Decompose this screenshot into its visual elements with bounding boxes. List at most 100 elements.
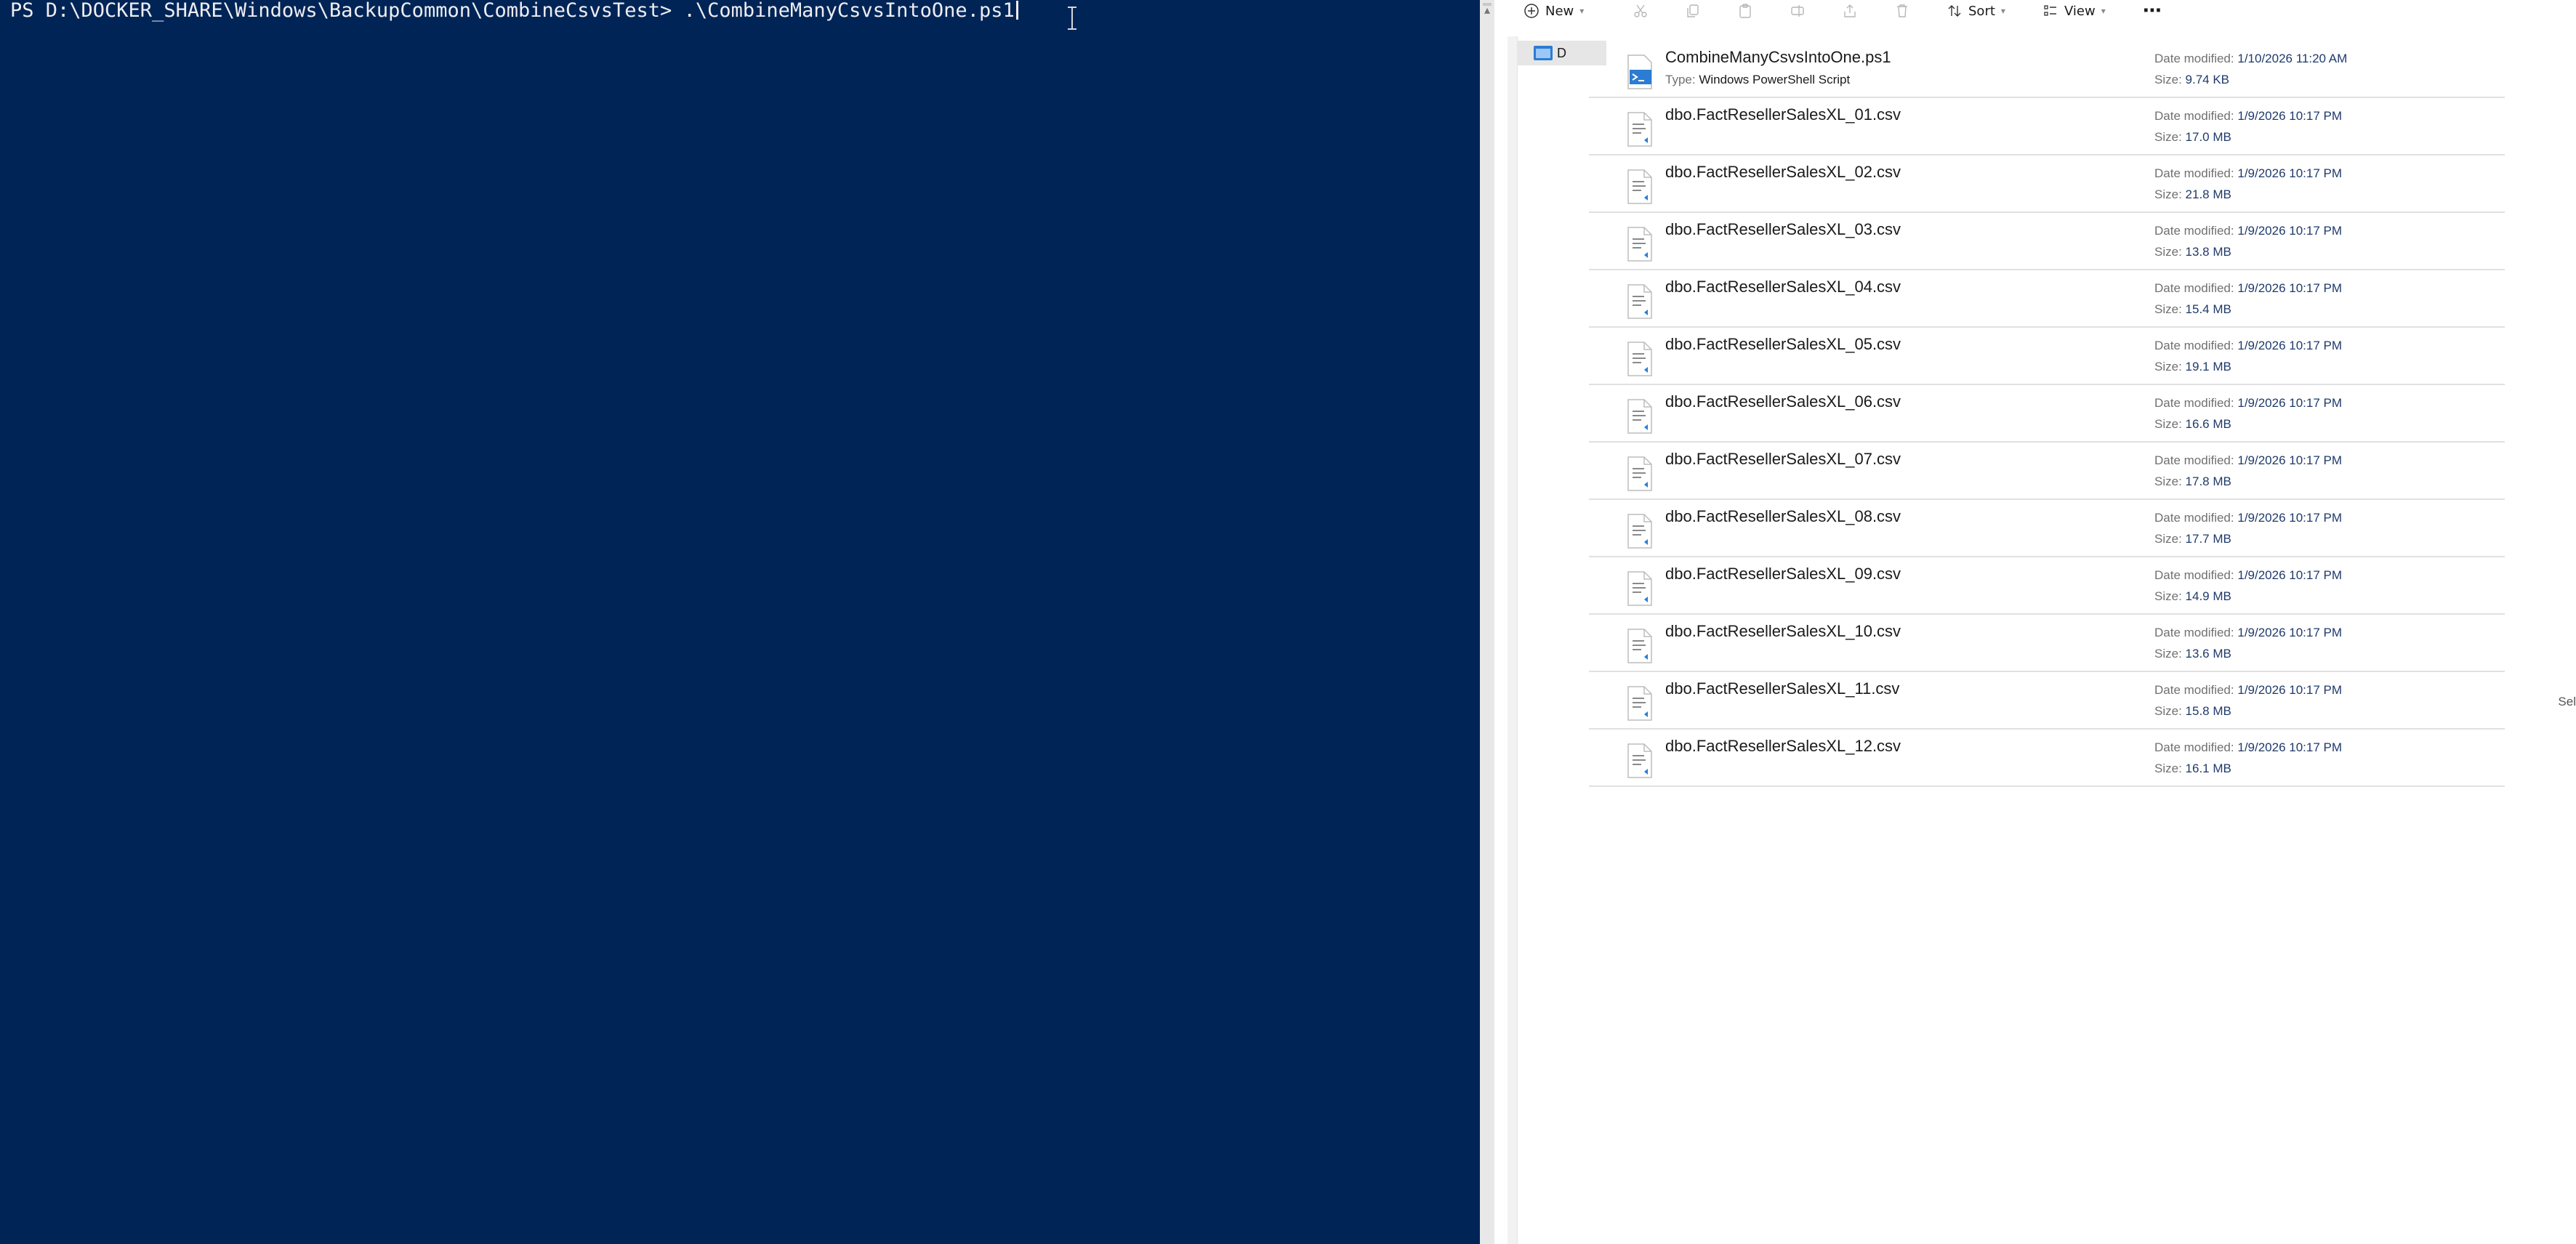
share-icon	[1844, 4, 1856, 17]
date-modified-value: 1/10/2026 11:20 AM	[2237, 52, 2348, 65]
file-row[interactable]: dbo.FactResellerSalesXL_03.csv Date modif…	[1589, 213, 2505, 270]
date-modified-value: 1/9/2026 10:17 PM	[2237, 626, 2343, 639]
new-button[interactable]: New ▾	[1524, 0, 1584, 22]
see-more-button[interactable]: ⋯	[2143, 0, 2162, 22]
date-modified-value: 1/9/2026 10:17 PM	[2237, 683, 2343, 697]
copy-button[interactable]	[1685, 0, 1701, 22]
file-name: dbo.FactResellerSalesXL_05.csv	[1665, 335, 1901, 353]
csv-file-icon	[1625, 398, 1654, 435]
date-modified: Date modified: 1/9/2026 10:17 PM	[2154, 224, 2342, 238]
file-row[interactable]: dbo.FactResellerSalesXL_06.csv Date modif…	[1589, 385, 2505, 443]
file-name: dbo.FactResellerSalesXL_07.csv	[1665, 450, 1901, 468]
csv-file-icon	[1625, 570, 1654, 607]
file-row[interactable]: dbo.FactResellerSalesXL_02.csv Date modif…	[1589, 156, 2505, 213]
sort-button[interactable]: Sort ▾	[1947, 0, 2005, 22]
file-row[interactable]: dbo.FactResellerSalesXL_10.csv Date modif…	[1589, 615, 2505, 672]
date-modified: Date modified: 1/9/2026 10:17 PM	[2154, 281, 2342, 296]
chevron-down-icon: ▾	[2101, 6, 2106, 16]
navigation-pane[interactable]	[1508, 36, 1518, 1244]
delete-button[interactable]	[1894, 0, 1910, 22]
file-name: dbo.FactResellerSalesXL_10.csv	[1665, 622, 1901, 640]
date-modified: Date modified: 1/9/2026 10:17 PM	[2154, 453, 2342, 468]
scroll-up-arrow-icon[interactable]: ▴	[1484, 3, 1490, 17]
view-button[interactable]: View ▾	[2042, 0, 2106, 22]
date-modified-value: 1/9/2026 10:17 PM	[2237, 109, 2343, 123]
ibeam-cursor-icon	[1068, 7, 1076, 30]
command-text: .\CombineManyCsvsIntoOne.ps1	[683, 0, 1015, 22]
size-label: Size:	[2154, 360, 2182, 373]
file-row[interactable]: dbo.FactResellerSalesXL_09.csv Date modif…	[1589, 557, 2505, 615]
date-modified-value: 1/9/2026 10:17 PM	[2237, 166, 2343, 180]
size-label: Size:	[2154, 130, 2182, 144]
file-row[interactable]: dbo.FactResellerSalesXL_07.csv Date modif…	[1589, 443, 2505, 500]
file-size: Size: 21.8 MB	[2154, 187, 2231, 202]
size-value: 13.8 MB	[2185, 245, 2231, 259]
date-modified: Date modified: 1/9/2026 10:17 PM	[2154, 109, 2342, 124]
size-label: Size:	[2154, 589, 2182, 603]
trash-icon	[1897, 4, 1907, 17]
size-value: 17.0 MB	[2185, 130, 2231, 144]
rename-button[interactable]	[1790, 0, 1806, 22]
more-dots-icon: ⋯	[2143, 0, 2162, 22]
file-name: dbo.FactResellerSalesXL_03.csv	[1665, 220, 1901, 238]
new-label: New	[1545, 3, 1574, 19]
date-modified-label: Date modified:	[2154, 740, 2234, 754]
file-row[interactable]: dbo.FactResellerSalesXL_12.csv Date modif…	[1589, 730, 2505, 787]
file-size: Size: 13.6 MB	[2154, 647, 2231, 661]
paste-button[interactable]	[1737, 0, 1753, 22]
selection-info-text: Sel	[2558, 695, 2576, 708]
size-value: 17.7 MB	[2185, 532, 2231, 546]
command-line[interactable]: PS D:\DOCKER_SHARE\Windows\BackupCommon\…	[10, 0, 1018, 22]
size-label: Size:	[2154, 302, 2182, 316]
size-label: Size:	[2154, 532, 2182, 546]
size-value: 21.8 MB	[2185, 187, 2231, 201]
date-modified-label: Date modified:	[2154, 396, 2234, 410]
file-name: dbo.FactResellerSalesXL_09.csv	[1665, 565, 1901, 583]
date-modified-value: 1/9/2026 10:17 PM	[2237, 281, 2343, 295]
date-modified-label: Date modified:	[2154, 568, 2234, 582]
file-name: dbo.FactResellerSalesXL_02.csv	[1665, 163, 1901, 181]
date-modified: Date modified: 1/9/2026 10:17 PM	[2154, 740, 2342, 755]
date-modified: Date modified: 1/10/2026 11:20 AM	[2154, 52, 2347, 66]
file-row[interactable]: dbo.FactResellerSalesXL_08.csv Date modif…	[1589, 500, 2505, 557]
size-label: Size:	[2154, 474, 2182, 488]
date-modified: Date modified: 1/9/2026 10:17 PM	[2154, 683, 2342, 698]
size-label: Size:	[2154, 417, 2182, 431]
cut-button[interactable]	[1633, 0, 1649, 22]
scissors-icon	[1634, 4, 1647, 17]
date-modified-label: Date modified:	[2154, 626, 2234, 639]
date-modified-value: 1/9/2026 10:17 PM	[2237, 740, 2343, 754]
file-row[interactable]: dbo.FactResellerSalesXL_11.csv Date modif…	[1589, 672, 2505, 730]
console-scrollbar[interactable]	[1480, 0, 1494, 1244]
file-row[interactable]: dbo.FactResellerSalesXL_01.csv Date modif…	[1589, 98, 2505, 156]
file-name: dbo.FactResellerSalesXL_01.csv	[1665, 105, 1901, 124]
powershell-console[interactable]: PS D:\DOCKER_SHARE\Windows\BackupCommon\…	[0, 0, 1480, 1244]
folder-icon	[1534, 46, 1553, 60]
size-value: 16.1 MB	[2185, 762, 2231, 775]
file-size: Size: 15.4 MB	[2154, 302, 2231, 317]
date-modified-value: 1/9/2026 10:17 PM	[2237, 568, 2343, 582]
file-row[interactable]: dbo.FactResellerSalesXL_05.csv Date modif…	[1589, 328, 2505, 385]
file-size: Size: 17.0 MB	[2154, 130, 2231, 145]
file-size: Size: 16.6 MB	[2154, 417, 2231, 432]
view-list-icon	[2044, 5, 2056, 16]
clipboard-icon	[1739, 4, 1751, 18]
size-value: 16.6 MB	[2185, 417, 2231, 431]
copy-icon	[1687, 4, 1699, 17]
date-modified-label: Date modified:	[2154, 52, 2234, 65]
date-modified-label: Date modified:	[2154, 166, 2234, 180]
csv-file-icon	[1625, 456, 1654, 492]
share-button[interactable]	[1842, 0, 1858, 22]
file-name: dbo.FactResellerSalesXL_06.csv	[1665, 392, 1901, 411]
file-size: Size: 13.8 MB	[2154, 245, 2231, 259]
size-value: 13.6 MB	[2185, 647, 2231, 661]
file-row[interactable]: dbo.FactResellerSalesXL_04.csv Date modif…	[1589, 270, 2505, 328]
size-label: Size:	[2154, 245, 2182, 259]
file-row[interactable]: CombineManyCsvsIntoOne.ps1 Type: Windows …	[1589, 41, 2505, 98]
type-value: Windows PowerShell Script	[1699, 73, 1851, 86]
file-size: Size: 19.1 MB	[2154, 360, 2231, 374]
date-modified-label: Date modified:	[2154, 224, 2234, 238]
nav-folder-label: D	[1557, 45, 1566, 60]
csv-file-icon	[1625, 685, 1654, 722]
csv-file-icon	[1625, 628, 1654, 664]
